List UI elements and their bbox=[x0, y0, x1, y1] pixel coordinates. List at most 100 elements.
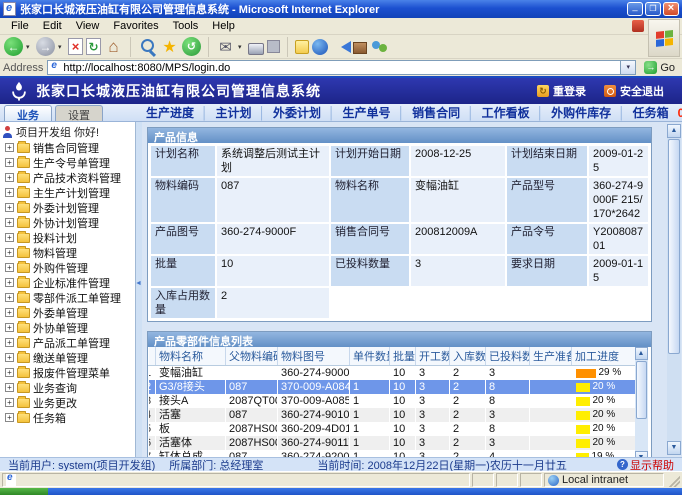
expand-icon[interactable] bbox=[5, 278, 14, 287]
nav-item-2[interactable]: 外委计划 bbox=[273, 104, 321, 121]
sidebar-item[interactable]: 零部件派工单管理 bbox=[2, 290, 135, 305]
forward-icon[interactable] bbox=[36, 37, 55, 56]
history-icon[interactable] bbox=[182, 37, 201, 56]
expand-icon[interactable] bbox=[5, 368, 14, 377]
table-row[interactable]: 3接头A2087QT002370-009-A085011032820 % bbox=[149, 394, 635, 408]
expand-icon[interactable] bbox=[5, 353, 14, 362]
sidebar-item[interactable]: 企业标准件管理 bbox=[2, 275, 135, 290]
expand-icon[interactable] bbox=[5, 308, 14, 317]
expand-icon[interactable] bbox=[5, 293, 14, 302]
start-button[interactable] bbox=[0, 488, 48, 495]
stop-icon[interactable] bbox=[68, 38, 83, 55]
menu-view[interactable]: View bbox=[69, 20, 107, 32]
expand-icon[interactable] bbox=[5, 158, 14, 167]
address-url[interactable]: http://localhost:8080/MPS/login.do bbox=[63, 62, 617, 74]
page-vscroll[interactable] bbox=[667, 124, 681, 455]
mail-icon[interactable] bbox=[216, 37, 235, 56]
web-icon[interactable] bbox=[312, 39, 328, 55]
caret-icon[interactable] bbox=[58, 43, 65, 51]
sidebar-item[interactable]: 销售合同管理 bbox=[2, 140, 135, 155]
expand-icon[interactable] bbox=[5, 233, 14, 242]
scroll-down-icon[interactable] bbox=[635, 451, 648, 457]
expand-icon[interactable] bbox=[5, 263, 14, 272]
logout-button[interactable]: 安全退出 bbox=[604, 83, 664, 99]
home-icon[interactable] bbox=[104, 37, 123, 56]
caret-icon[interactable] bbox=[238, 43, 245, 51]
scroll-up-icon[interactable] bbox=[635, 347, 648, 360]
sidebar-item[interactable]: 产品派工单管理 bbox=[2, 335, 135, 350]
back-icon[interactable] bbox=[4, 37, 23, 56]
table-row[interactable]: 5板2087HS002360-209-4D01011032820 % bbox=[149, 422, 635, 436]
sidebar-item[interactable]: 物料管理 bbox=[2, 245, 135, 260]
sidebar-item[interactable]: 报废件管理菜单 bbox=[2, 365, 135, 380]
sidebar-item[interactable]: 缴送单管理 bbox=[2, 350, 135, 365]
sidebar-item[interactable]: 外委计划管理 bbox=[2, 200, 135, 215]
expand-icon[interactable] bbox=[5, 383, 14, 392]
research-icon[interactable] bbox=[353, 42, 367, 54]
menu-file[interactable]: File bbox=[4, 20, 36, 32]
expand-icon[interactable] bbox=[5, 338, 14, 347]
nav-item-7[interactable]: 任务箱 bbox=[633, 104, 669, 121]
expand-icon[interactable] bbox=[5, 248, 14, 257]
sidebar-item[interactable]: 任务箱 bbox=[2, 410, 135, 425]
scroll-thumb[interactable] bbox=[636, 361, 647, 419]
show-help-link[interactable]: 显示帮助 bbox=[617, 457, 674, 471]
sidebar-item[interactable]: 生产令号单管理 bbox=[2, 155, 135, 170]
discuss-icon[interactable] bbox=[295, 40, 309, 54]
resize-grip[interactable] bbox=[666, 473, 680, 487]
table-row[interactable]: 2G3/8接头087370-009-A084011032820 % bbox=[149, 380, 635, 394]
menu-favorites[interactable]: Favorites bbox=[106, 20, 165, 32]
expand-icon[interactable] bbox=[5, 398, 14, 407]
sidebar-item[interactable]: 投料计划 bbox=[2, 230, 135, 245]
scroll-down-icon[interactable] bbox=[667, 441, 681, 455]
edit-icon[interactable] bbox=[267, 40, 280, 53]
nav-item-4[interactable]: 销售合同 bbox=[412, 104, 460, 121]
sidebar-item[interactable]: 外购件管理 bbox=[2, 260, 135, 275]
favorites-icon[interactable] bbox=[160, 37, 179, 56]
sidebar-item[interactable]: 产品技术资料管理 bbox=[2, 170, 135, 185]
menu-tools[interactable]: Tools bbox=[166, 20, 206, 32]
tab-settings[interactable]: 设置 bbox=[55, 105, 103, 121]
minimize-button[interactable] bbox=[627, 2, 643, 16]
expand-icon[interactable] bbox=[5, 218, 14, 227]
messenger-icon[interactable] bbox=[331, 37, 350, 56]
expand-icon[interactable] bbox=[5, 143, 14, 152]
sidebar-item[interactable]: 业务更改 bbox=[2, 395, 135, 410]
address-dropdown-button[interactable] bbox=[620, 61, 635, 74]
nav-item-6[interactable]: 外购件库存 bbox=[551, 104, 611, 121]
scroll-thumb[interactable] bbox=[668, 139, 680, 354]
expand-icon[interactable] bbox=[5, 323, 14, 332]
tab-business[interactable]: 业务 bbox=[4, 105, 52, 121]
nav-item-5[interactable]: 工作看板 bbox=[482, 104, 530, 121]
parts-table-vscroll[interactable] bbox=[635, 347, 648, 457]
print-icon[interactable] bbox=[248, 43, 264, 55]
sidebar-item[interactable]: 业务查询 bbox=[2, 380, 135, 395]
relogin-button[interactable]: 重登录 bbox=[537, 83, 586, 99]
sidebar-item[interactable]: 外委单管理 bbox=[2, 305, 135, 320]
table-row[interactable]: 6活塞体2087HS002360-274-9011W11032320 % bbox=[149, 436, 635, 450]
close-button[interactable] bbox=[663, 2, 679, 16]
menu-help[interactable]: Help bbox=[205, 20, 242, 32]
nav-item-3[interactable]: 生产单号 bbox=[343, 104, 391, 121]
expand-icon[interactable] bbox=[5, 203, 14, 212]
table-row[interactable]: 7缸体总成087360-274-9200F11032419 % bbox=[149, 450, 635, 457]
address-input[interactable]: http://localhost:8080/MPS/login.do bbox=[47, 60, 636, 75]
expand-icon[interactable] bbox=[5, 173, 14, 182]
collapse-arrow-icon[interactable] bbox=[135, 280, 142, 287]
go-button[interactable]: Go bbox=[640, 61, 679, 74]
refresh-icon[interactable] bbox=[86, 38, 101, 55]
table-row[interactable]: 4活塞087360-274-9010F11032320 % bbox=[149, 408, 635, 422]
sidebar-item[interactable]: 外协计划管理 bbox=[2, 215, 135, 230]
menu-edit[interactable]: Edit bbox=[36, 20, 69, 32]
sidebar-item[interactable]: 主生产计划管理 bbox=[2, 185, 135, 200]
search-icon[interactable] bbox=[138, 37, 157, 56]
nav-item-0[interactable]: 生产进度 bbox=[146, 104, 194, 121]
table-row[interactable]: 1变幅油缸360-274-9000F1032329 % bbox=[149, 366, 635, 381]
expand-icon[interactable] bbox=[5, 188, 14, 197]
sidebar-item[interactable]: 外协单管理 bbox=[2, 320, 135, 335]
maximize-button[interactable] bbox=[645, 2, 661, 16]
nav-item-1[interactable]: 主计划 bbox=[216, 104, 252, 121]
scroll-up-icon[interactable] bbox=[667, 124, 681, 138]
caret-icon[interactable] bbox=[26, 43, 33, 51]
expand-icon[interactable] bbox=[5, 413, 14, 422]
